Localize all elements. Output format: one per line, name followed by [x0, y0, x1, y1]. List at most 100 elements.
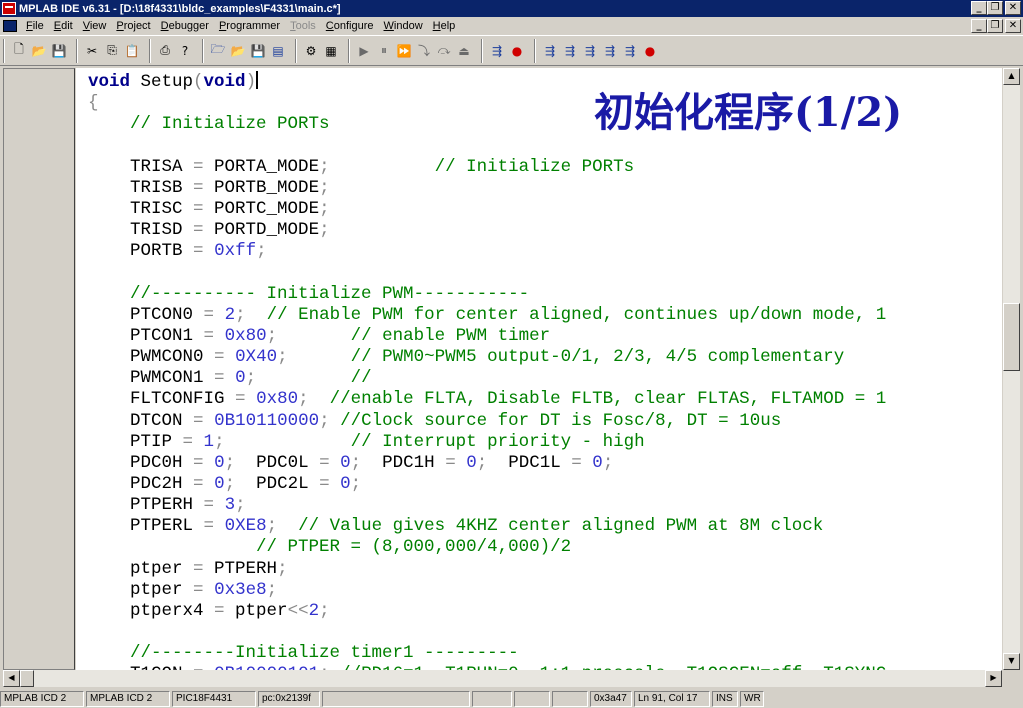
toolbar-group-5: ⚙ ▦	[296, 38, 345, 63]
code-line[interactable]: PTPERH = 3;	[88, 495, 886, 516]
code-line[interactable]: TRISD = PORTD_MODE;	[88, 220, 886, 241]
horizontal-scroll-thumb[interactable]	[20, 670, 34, 687]
cut-icon[interactable]: ✂	[83, 42, 101, 60]
run-icon[interactable]: ▶	[355, 42, 373, 60]
code-line[interactable]: TRISA = PORTA_MODE; // Initialize PORTs	[88, 157, 886, 178]
reset-device-icon[interactable]: ⇶	[621, 42, 639, 60]
menu-project[interactable]: Project	[111, 20, 155, 32]
code-line[interactable]: //--------Initialize timer1 ---------	[88, 643, 886, 664]
line-gutter[interactable]	[3, 68, 75, 670]
open-folder-icon[interactable]: 📂	[30, 42, 48, 60]
source-code[interactable]: void Setup(void){ // Initialize PORTs TR…	[88, 71, 886, 670]
menu-tools[interactable]: Tools	[285, 20, 321, 32]
code-line[interactable]	[88, 262, 886, 283]
code-line[interactable]: PWMCON0 = 0X40; // PWM0~PWM5 output-0/1,…	[88, 347, 886, 368]
print-icon[interactable]: ⎙	[156, 42, 174, 60]
build-options-icon[interactable]: ▤	[269, 42, 287, 60]
restore-icon[interactable]: ❐	[987, 1, 1003, 15]
reset-icon[interactable]: ⏏	[455, 42, 473, 60]
connect-icon[interactable]: ●	[508, 42, 526, 60]
code-token: =	[445, 452, 456, 473]
code-token: PTCON1	[88, 325, 204, 346]
close-icon[interactable]: ✕	[1005, 1, 1021, 15]
code-token: ;	[277, 558, 288, 579]
new-project-icon[interactable]: 🗁	[209, 42, 227, 60]
code-line[interactable]: PTCON0 = 2; // Enable PWM for center ali…	[88, 305, 886, 326]
code-line[interactable]	[88, 135, 886, 156]
save-project-icon[interactable]: 💾	[249, 42, 267, 60]
program-device-icon[interactable]: ⇶	[488, 42, 506, 60]
code-token: ;	[602, 452, 614, 473]
build-icon[interactable]: ⚙	[302, 42, 320, 60]
read-device-icon[interactable]: ⇶	[541, 42, 559, 60]
blank-check-icon[interactable]: ⇶	[601, 42, 619, 60]
code-line[interactable]: DTCON = 0B10110000; //Clock source for D…	[88, 411, 886, 432]
code-token: (	[193, 72, 204, 92]
open-project-icon[interactable]: 📂	[229, 42, 247, 60]
code-line[interactable]: ptperx4 = ptper<<2;	[88, 601, 886, 622]
copy-icon[interactable]: ⎘	[103, 42, 121, 60]
code-token: =	[571, 452, 582, 473]
scroll-right-icon[interactable]: ▶	[985, 670, 1002, 687]
doc-restore-icon[interactable]: ❐	[987, 19, 1003, 33]
save-icon[interactable]: 💾	[50, 42, 68, 60]
code-line[interactable]: PTIP = 1; // Interrupt priority - high	[88, 432, 886, 453]
new-file-icon[interactable]: 🗋	[10, 42, 28, 60]
code-line[interactable]: ptper = PTPERH;	[88, 559, 886, 580]
paste-icon[interactable]: 📋	[123, 42, 141, 60]
step-over-icon[interactable]: ⤼	[435, 42, 453, 60]
scroll-left-icon[interactable]: ◀	[3, 670, 20, 687]
step-into-icon[interactable]: ⤵	[415, 42, 433, 60]
scroll-up-icon[interactable]: ▲	[1003, 68, 1020, 85]
menu-window[interactable]: Window	[379, 20, 428, 32]
slide-title: 初始化程序(1/2)	[594, 89, 903, 136]
code-line[interactable]: FLTCONFIG = 0x80; //enable FLTA, Disable…	[88, 389, 886, 410]
code-token: // enable PWM timer	[350, 325, 551, 346]
menu-view[interactable]: View	[78, 20, 112, 32]
code-token: =	[214, 368, 225, 389]
status-cell: Ln 91, Col 17	[634, 691, 710, 707]
code-line[interactable]: PTCON1 = 0x80; // enable PWM timer	[88, 326, 886, 347]
vertical-scrollbar[interactable]: ▲ ▼	[1003, 68, 1020, 670]
code-line[interactable]: PDC2H = 0; PDC2L = 0;	[88, 474, 886, 495]
make-icon[interactable]: ▦	[322, 42, 340, 60]
erase-device-icon[interactable]: ⇶	[581, 42, 599, 60]
mplab-app-icon[interactable]	[2, 2, 16, 15]
verify-device-icon[interactable]: ⇶	[561, 42, 579, 60]
code-editor[interactable]: void Setup(void){ // Initialize PORTs TR…	[76, 68, 1002, 670]
code-line[interactable]: TRISB = PORTB_MODE;	[88, 178, 886, 199]
menu-configure[interactable]: Configure	[321, 20, 379, 32]
menu-programmer[interactable]: Programmer	[214, 20, 285, 32]
menu-help[interactable]: Help	[428, 20, 461, 32]
halt-icon[interactable]: ⏸	[375, 42, 393, 60]
toolbar-group-6: ▶ ⏸ ⏩ ⤵ ⤼ ⏏	[349, 38, 478, 63]
scroll-down-icon[interactable]: ▼	[1003, 653, 1020, 670]
code-line[interactable]: ptper = 0x3e8;	[88, 580, 886, 601]
vertical-scroll-thumb[interactable]	[1003, 303, 1020, 371]
animate-icon[interactable]: ⏩	[395, 42, 413, 60]
horizontal-scrollbar[interactable]: ◀ ▶	[3, 670, 1002, 687]
menu-debugger[interactable]: Debugger	[156, 20, 214, 32]
minimize-icon[interactable]: _	[971, 1, 987, 15]
code-token: 0X40	[235, 347, 278, 368]
debug-connect-icon[interactable]: ●	[641, 42, 659, 60]
menu-file[interactable]: File	[21, 20, 49, 32]
doc-minimize-icon[interactable]: _	[971, 19, 987, 33]
code-line[interactable]	[88, 622, 886, 643]
code-token: ;	[214, 431, 225, 452]
code-line[interactable]: PORTB = 0xff;	[88, 241, 886, 262]
code-line[interactable]: PDC0H = 0; PDC0L = 0; PDC1H = 0; PDC1L =…	[88, 453, 886, 474]
document-icon[interactable]	[3, 20, 17, 32]
menu-edit[interactable]: Edit	[49, 20, 78, 32]
code-line[interactable]: PWMCON1 = 0; //	[88, 368, 886, 389]
code-line[interactable]: TRISC = PORTC_MODE;	[88, 199, 886, 220]
doc-close-icon[interactable]: ✕	[1005, 19, 1021, 33]
code-token: 0x3e8	[214, 579, 267, 600]
code-line[interactable]: //---------- Initialize PWM-----------	[88, 284, 886, 305]
code-line[interactable]: // PTPER = (8,000,000/4,000)/2	[88, 537, 886, 558]
help-icon[interactable]: ?	[176, 42, 194, 60]
code-line[interactable]: PTPERL = 0XE8; // Value gives 4KHZ cente…	[88, 516, 886, 537]
